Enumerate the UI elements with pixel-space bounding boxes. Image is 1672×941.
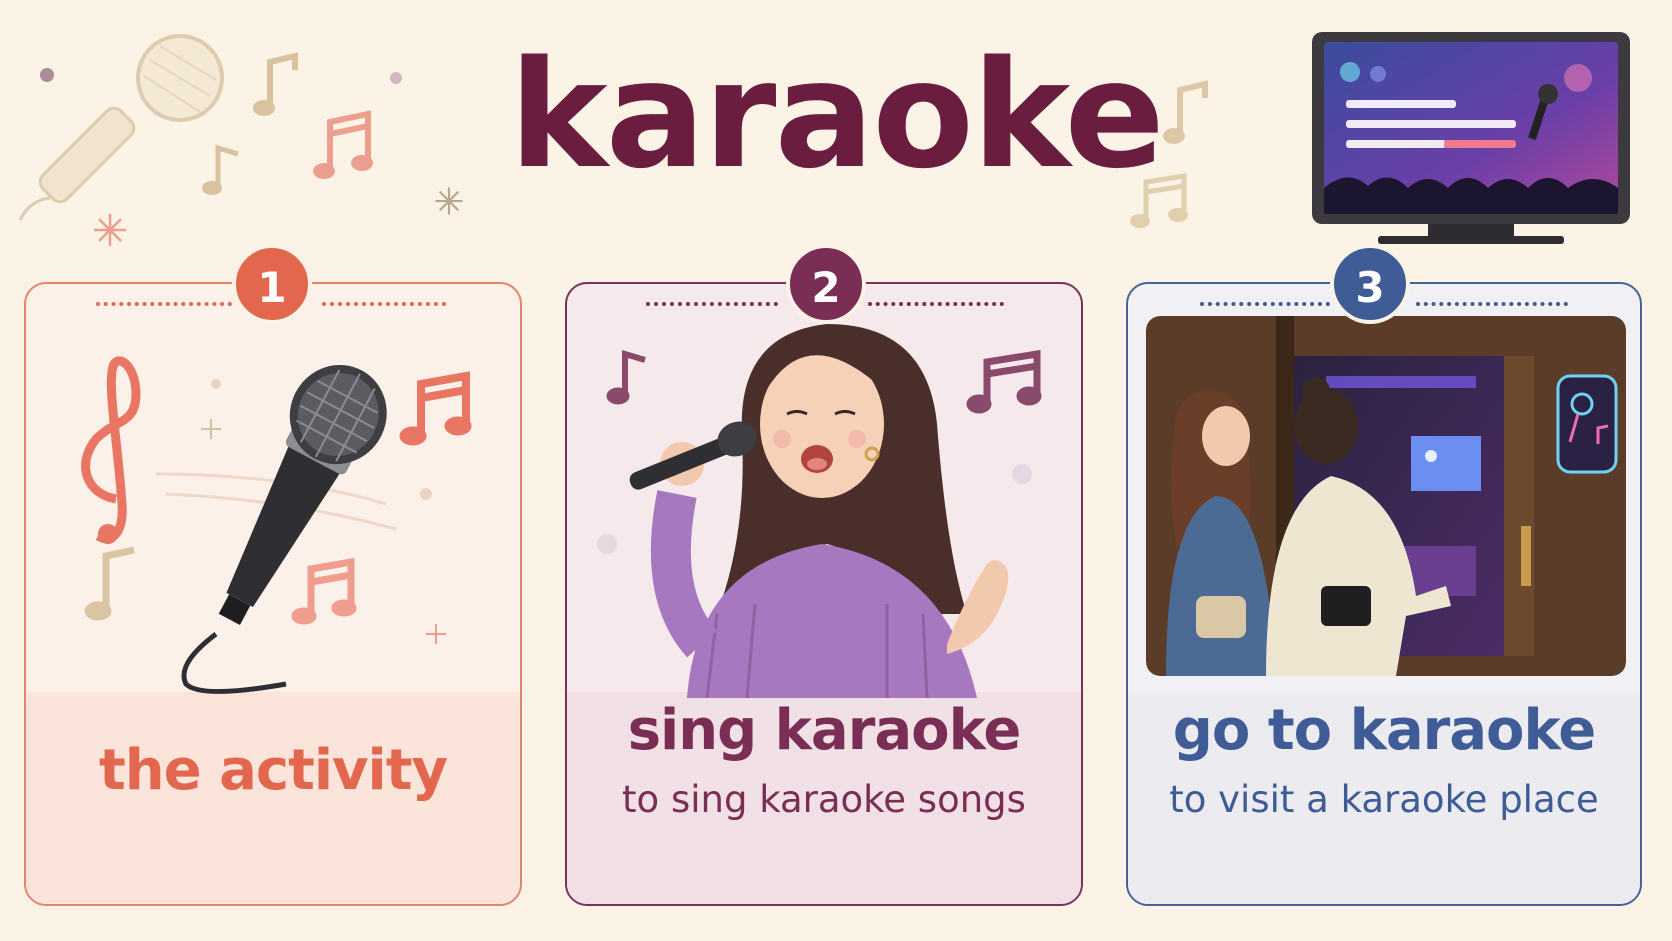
number-badge: 3 (1330, 244, 1410, 324)
card-go-to-karaoke: go to karaoke to visit a karaoke place (1126, 282, 1642, 906)
karaoke-room-entrance-illustration (1146, 316, 1626, 676)
tv-screen-icon (1312, 32, 1630, 244)
card-sing-karaoke: sing karaoke to sing karaoke songs (565, 282, 1083, 906)
dot-decoration (40, 68, 54, 82)
sparkle-icon (435, 187, 463, 215)
card-the-activity: the activity (24, 282, 522, 906)
vintage-microphone-icon (18, 34, 224, 221)
singing-woman-illustration (597, 324, 1042, 698)
music-note-icon (202, 144, 239, 195)
music-note-icon (399, 371, 472, 446)
microphone-illustration (81, 356, 472, 694)
card-label: sing karaoke (627, 698, 1022, 763)
card-subtitle: to visit a karaoke place (1169, 778, 1599, 821)
dotted-divider (96, 302, 232, 310)
music-note-icon (84, 546, 135, 621)
music-note-icon (1130, 173, 1188, 228)
card-label: go to karaoke (1172, 698, 1596, 763)
music-note-icon (291, 557, 357, 625)
dotted-divider (868, 302, 1004, 310)
card-subtitle: to sing karaoke songs (622, 778, 1026, 821)
treble-clef-icon (81, 356, 141, 544)
music-note-icon (606, 349, 646, 405)
dotted-divider (1200, 302, 1330, 310)
number-badge: 2 (786, 244, 866, 324)
dotted-divider (322, 302, 446, 310)
music-note-icon (253, 52, 298, 116)
number-badge: 1 (232, 244, 312, 324)
dotted-divider (646, 302, 778, 310)
dotted-divider (1416, 302, 1568, 310)
card-label: the activity (98, 738, 448, 803)
dot-decoration (390, 72, 402, 84)
sparkle-icon (94, 214, 126, 246)
music-note-icon (313, 110, 373, 179)
music-note-icon (966, 349, 1042, 414)
music-note-icon (1163, 80, 1208, 144)
neon-mic-sign-icon (1556, 374, 1618, 474)
